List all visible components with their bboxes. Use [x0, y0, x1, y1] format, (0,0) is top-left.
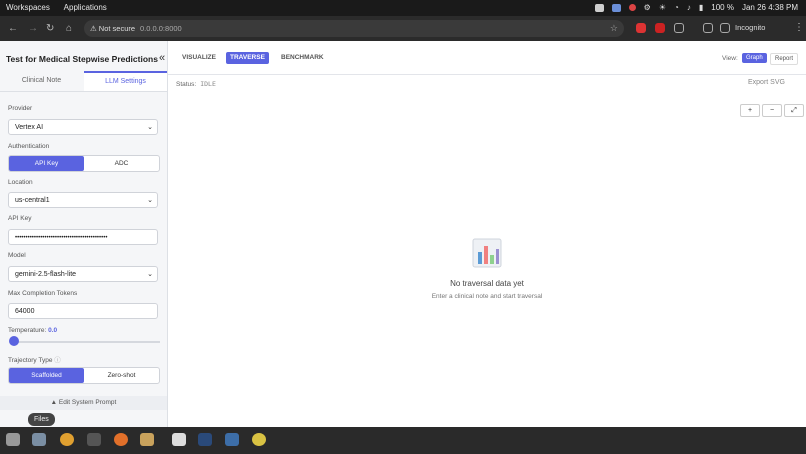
- api-key-label: API Key: [8, 215, 32, 222]
- forward-arrow-icon[interactable]: →: [28, 23, 38, 34]
- provider-select[interactable]: Vertex AI ⌄: [8, 119, 158, 135]
- view-graph-button[interactable]: Graph: [742, 53, 767, 63]
- model-select[interactable]: gemini-2.5-flash-lite ⌄: [8, 266, 158, 282]
- url-text[interactable]: 0.0.0.0:8000: [140, 24, 182, 33]
- provider-label: Provider: [8, 105, 33, 112]
- authentication-label: Authentication: [8, 143, 50, 150]
- app-title: Test for Medical Stepwise Predictions: [6, 54, 158, 64]
- empty-state-title: No traversal data yet: [450, 279, 524, 288]
- tab-clinical-note[interactable]: Clinical Note: [0, 71, 83, 91]
- wifi-icon[interactable]: ◔: [674, 3, 679, 12]
- home-icon[interactable]: ⌂: [66, 23, 72, 34]
- zoom-out-button[interactable]: −: [762, 104, 782, 117]
- collapse-sidebar-icon[interactable]: «: [159, 52, 165, 64]
- tab-visualize[interactable]: VISUALIZE: [178, 52, 220, 64]
- bookmark-star-icon[interactable]: ☆: [610, 23, 618, 34]
- trajectory-type-label: Trajectory Type ⓘ: [8, 357, 61, 364]
- adblock-icon[interactable]: [655, 23, 665, 33]
- info-icon[interactable]: ⓘ: [54, 357, 61, 364]
- api-key-input[interactable]: ••••••••••••••••••••••••••••••••••••••••…: [8, 229, 158, 245]
- files-tooltip: Files: [28, 413, 55, 426]
- clock[interactable]: Jan 26 4:38 PM: [742, 3, 798, 12]
- reload-icon[interactable]: ↻: [46, 23, 54, 34]
- max-tokens-input[interactable]: 64000: [8, 303, 158, 319]
- system-top-bar: Workspaces Applications ⚙ ☀ ◔ ♪ ▮ 100 % …: [0, 0, 806, 16]
- status-line: Status: IDLE: [176, 80, 216, 88]
- chrome-app-icon[interactable]: [60, 433, 74, 446]
- location-value: us-central1: [15, 197, 50, 204]
- document-app-icon[interactable]: [172, 433, 186, 446]
- sidebar: Test for Medical Stepwise Predictions « …: [0, 41, 168, 427]
- model-value: gemini-2.5-flash-lite: [15, 271, 77, 278]
- authentication-toggle: API Key ADC: [8, 155, 160, 172]
- applications-menu[interactable]: Applications: [64, 3, 107, 12]
- security-indicator[interactable]: ⚠ Not secure: [90, 24, 135, 33]
- battery-level: 100 %: [711, 3, 734, 12]
- model-label: Model: [8, 252, 26, 259]
- main-tabs: VISUALIZE TRAVERSE BENCHMARK View: Graph…: [168, 41, 806, 75]
- max-tokens-label: Max Completion Tokens: [8, 290, 78, 297]
- empty-state-subtitle: Enter a clinical note and start traversa…: [431, 293, 543, 300]
- chevron-down-icon: ⌄: [147, 271, 153, 278]
- main-panel: VISUALIZE TRAVERSE BENCHMARK View: Graph…: [168, 41, 806, 427]
- tray-extension-icon[interactable]: [611, 3, 621, 12]
- view-label: View:: [722, 55, 738, 62]
- folder-app-icon[interactable]: [140, 433, 154, 446]
- tab-traverse[interactable]: TRAVERSE: [226, 52, 269, 64]
- files-app-icon[interactable]: [32, 433, 46, 446]
- slack-app-icon[interactable]: [252, 433, 266, 446]
- export-svg-button[interactable]: Export SVG: [748, 79, 785, 86]
- trajectory-zero-shot-button[interactable]: Zero-shot: [84, 368, 159, 383]
- taskbar: [0, 427, 806, 454]
- provider-value: Vertex AI: [15, 124, 44, 131]
- auth-api-key-button[interactable]: API Key: [9, 156, 84, 171]
- brightness-icon[interactable]: ☀: [659, 3, 666, 12]
- tray-record-icon[interactable]: [628, 4, 636, 11]
- workspaces-menu[interactable]: Workspaces: [6, 3, 50, 12]
- address-bar[interactable]: ⚠ Not secure 0.0.0.0:8000 ☆: [84, 20, 624, 37]
- temperature-label: Temperature: 0.0: [8, 327, 58, 334]
- view-report-button[interactable]: Report: [770, 53, 799, 65]
- status-value: IDLE: [200, 80, 216, 88]
- tab-llm-settings[interactable]: LLM Settings: [84, 71, 167, 91]
- bar-chart-icon: [472, 238, 502, 268]
- screenshot-app-icon[interactable]: [225, 433, 239, 446]
- chevron-down-icon: ⌄: [147, 197, 153, 204]
- extension-red-icon[interactable]: [636, 23, 646, 33]
- tray-app-icon[interactable]: [594, 3, 604, 12]
- browser-menu-icon[interactable]: ⋮: [794, 22, 804, 33]
- settings-gear-icon[interactable]: ⚙: [644, 3, 651, 12]
- incognito-indicator[interactable]: Incognito: [735, 23, 765, 32]
- cast-icon[interactable]: [703, 23, 713, 33]
- download-icon[interactable]: [720, 23, 730, 33]
- location-label: Location: [8, 179, 33, 186]
- temperature-slider-track[interactable]: [12, 341, 160, 343]
- show-apps-icon[interactable]: [6, 433, 20, 446]
- browser-toolbar: ← → ↻ ⌂ ⚠ Not secure 0.0.0.0:8000 ☆ Inco…: [0, 16, 806, 42]
- terminal-app-icon[interactable]: [87, 433, 101, 446]
- firefox-app-icon[interactable]: [114, 433, 128, 446]
- volume-icon[interactable]: ♪: [687, 3, 691, 12]
- auth-adc-button[interactable]: ADC: [84, 156, 159, 171]
- back-arrow-icon[interactable]: ←: [8, 23, 18, 34]
- location-select[interactable]: us-central1 ⌄: [8, 192, 158, 208]
- temperature-slider-handle[interactable]: [9, 336, 19, 346]
- trajectory-scaffolded-button[interactable]: Scaffolded: [9, 368, 84, 383]
- zoom-in-button[interactable]: +: [740, 104, 760, 117]
- tab-benchmark[interactable]: BENCHMARK: [277, 52, 328, 64]
- chevron-down-icon: ⌄: [147, 124, 153, 131]
- temperature-value: 0.0: [48, 327, 58, 334]
- fit-view-button[interactable]: ⤢: [784, 104, 804, 117]
- extensions-puzzle-icon[interactable]: [674, 23, 684, 33]
- trajectory-toggle: Scaffolded Zero-shot: [8, 367, 160, 384]
- battery-icon[interactable]: ▮: [699, 3, 703, 12]
- edit-system-prompt-toggle[interactable]: ▲ Edit System Prompt: [0, 396, 167, 410]
- sidebar-tabs: Clinical Note LLM Settings: [0, 71, 167, 92]
- editor-app-icon[interactable]: [198, 433, 212, 446]
- app-window: Test for Medical Stepwise Predictions « …: [0, 41, 806, 427]
